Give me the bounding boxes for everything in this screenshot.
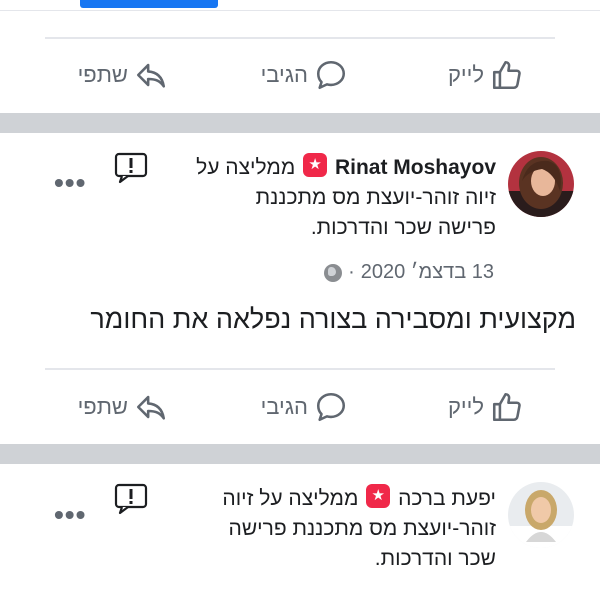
recommend-badge-icon [366,484,391,508]
share-arrow-icon [134,58,168,92]
more-options-button[interactable]: ••• [54,501,86,529]
comment-button[interactable]: הגיבי [261,390,348,424]
recommends-text: ממליצה על זיוה [222,487,359,510]
comment-bubble-icon [314,58,348,92]
author-name[interactable]: Rinat Moshayov [335,156,496,179]
post-meta: 13 בדצמ׳ 2020 · [324,261,494,284]
like-label: לייק [447,394,484,419]
avatar[interactable] [508,151,574,217]
report-button[interactable] [114,152,148,189]
actions-divider [45,37,555,39]
post-separator [0,444,600,464]
recommended-page-line[interactable]: פרישה שכר והדרכות. [136,213,496,243]
previous-post-tab-indicator [80,0,218,8]
avatar[interactable] [508,482,574,548]
post-header-text: Rinat Moshayov ממליצה על זיוה זוהר-יועצת… [136,153,496,243]
report-flag-icon [114,483,148,515]
more-options-button[interactable]: ••• [54,169,86,197]
post-header-text: יפעת ברכה ממליצה על זיוה זוהר-יועצת מס מ… [136,484,496,574]
share-arrow-icon [134,390,168,424]
recommended-page-line[interactable]: זוהר-יועצת מס מתכננת פרישה [136,514,496,544]
post-separator [0,113,600,133]
recommended-page-line[interactable]: זיוה זוהר-יועצת מס מתכננת [136,183,496,213]
report-flag-icon [114,152,148,184]
post-body: מקצועית ומסבירה בצורה נפלאה את החומר [90,304,576,334]
like-button[interactable]: לייק [448,58,524,92]
post-date[interactable]: 13 בדצמ׳ 2020 [361,261,494,284]
globe-icon [324,263,343,282]
ellipsis-icon: ••• [54,499,87,530]
recommended-page-line[interactable]: שכר והדרכות. [136,544,496,574]
ellipsis-icon: ••• [54,167,87,198]
share-button[interactable]: שתפי [78,390,168,424]
comment-label: הגיבי [260,62,308,87]
recommends-text: ממליצה על [196,156,296,179]
top-divider [0,10,600,11]
thumbs-up-icon [490,390,524,424]
share-label: שתפי [77,394,128,419]
thumbs-up-icon [490,58,524,92]
share-button[interactable]: שתפי [78,58,168,92]
actions-divider [45,368,555,370]
share-label: שתפי [77,62,128,87]
recommend-badge-icon [303,153,328,177]
like-label: לייק [447,62,484,87]
report-button[interactable] [114,483,148,520]
author-name[interactable]: יפעת ברכה [398,487,496,510]
comment-button[interactable]: הגיבי [261,58,348,92]
meta-separator: · [348,261,355,283]
like-button[interactable]: לייק [448,390,524,424]
comment-label: הגיבי [260,394,308,419]
comment-bubble-icon [314,390,348,424]
